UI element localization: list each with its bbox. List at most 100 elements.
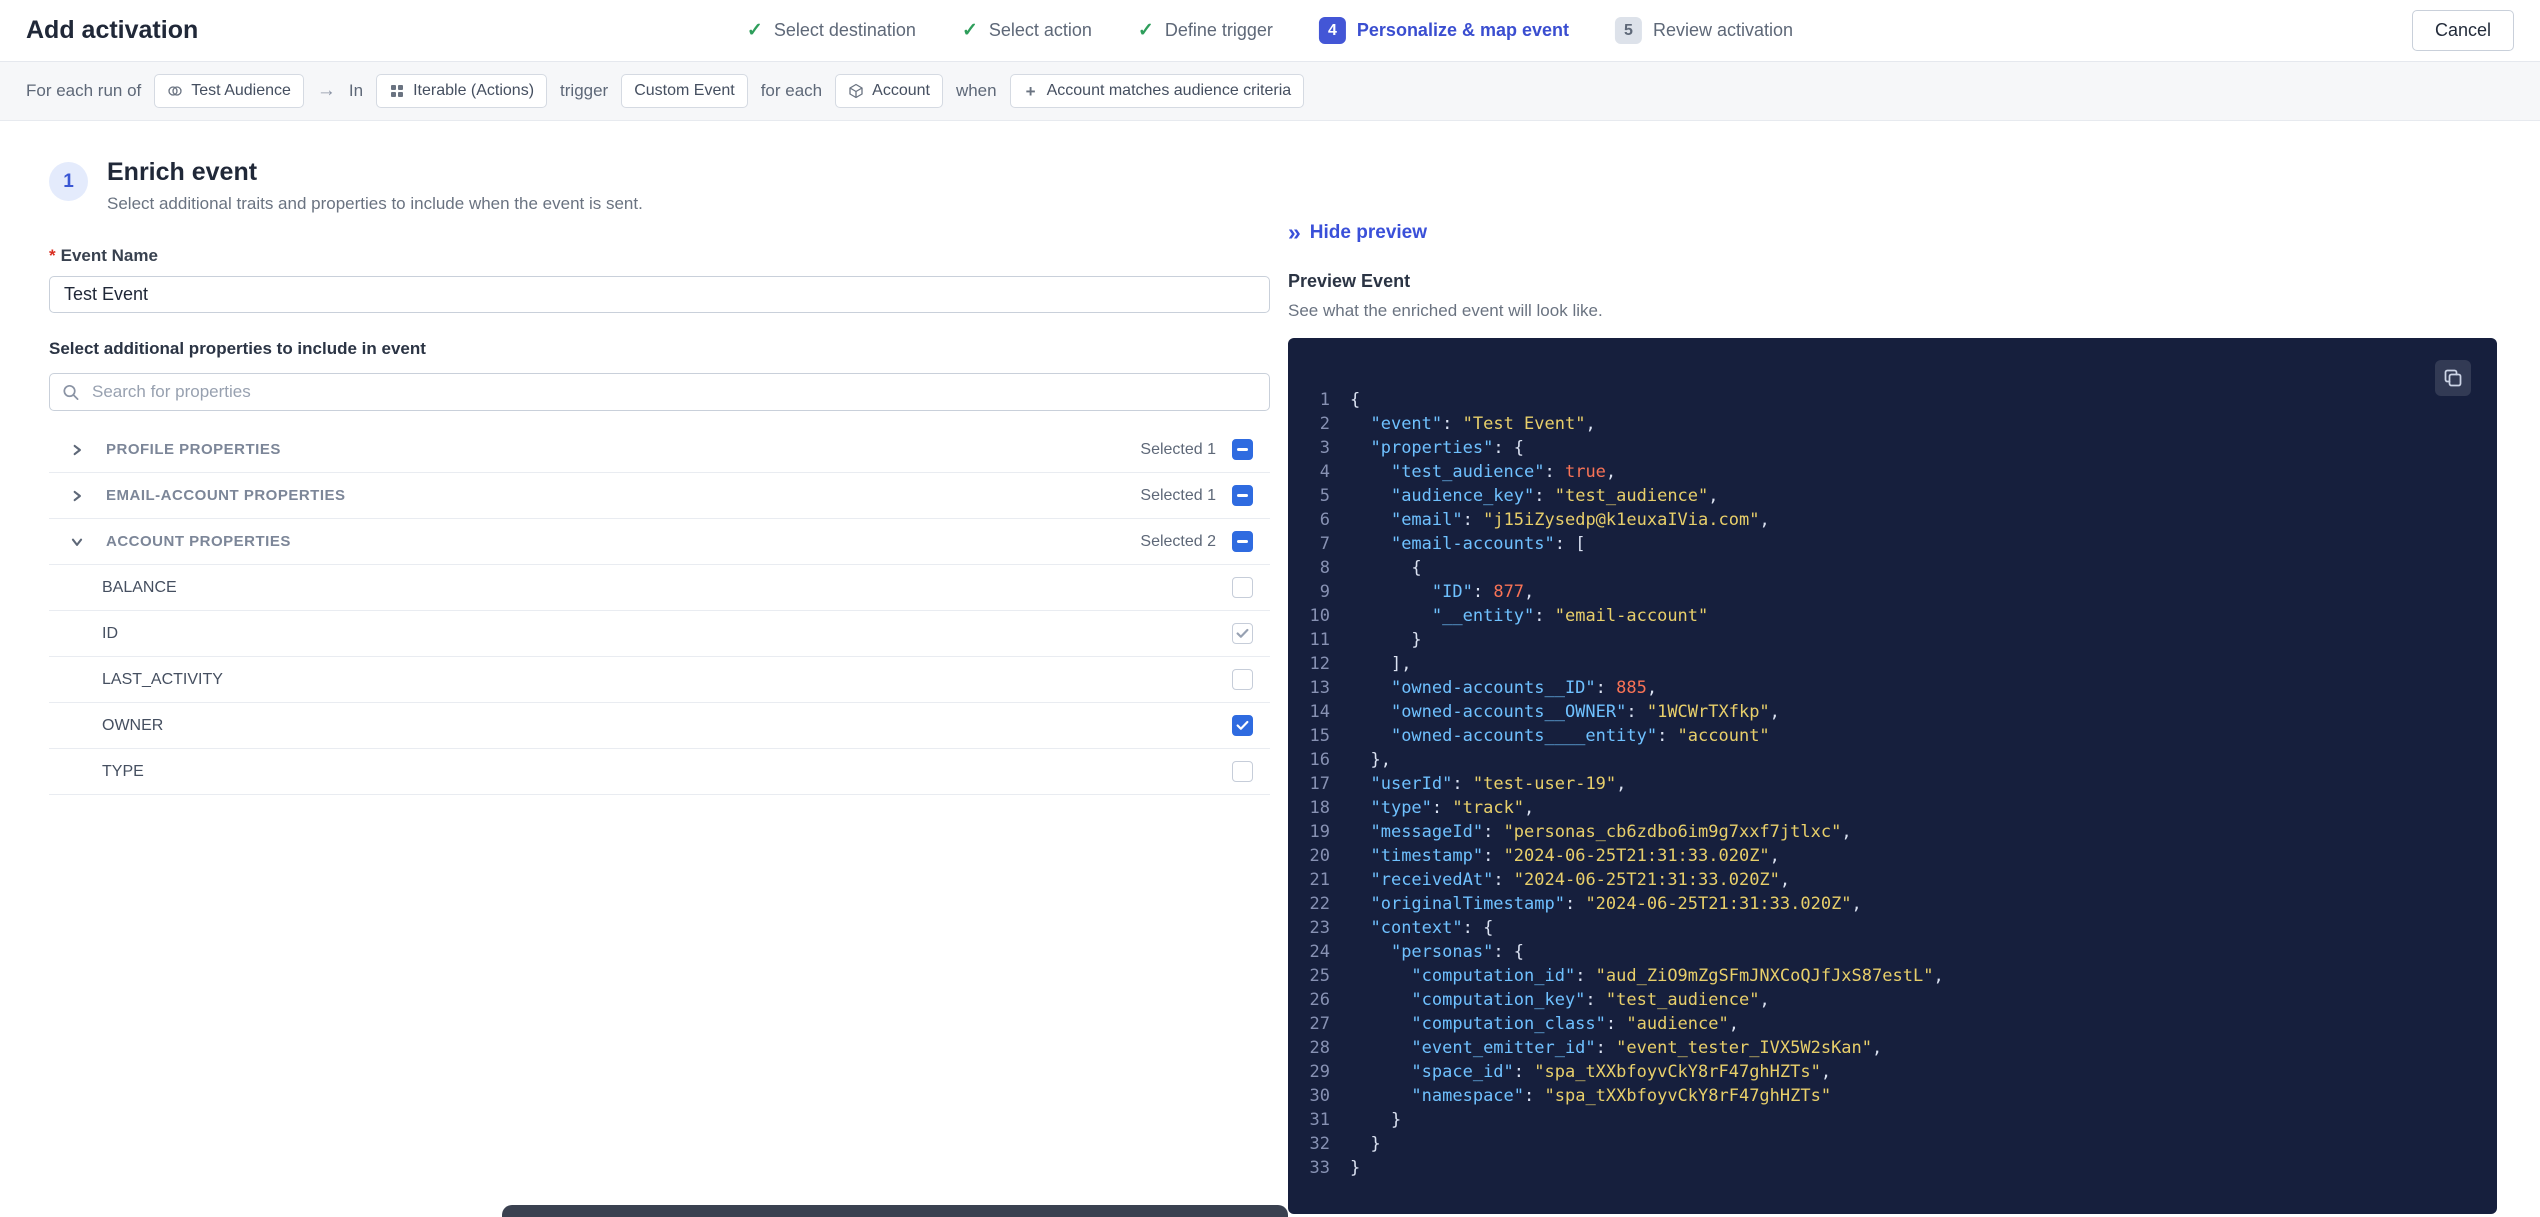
property-label: BALANCE: [102, 578, 177, 596]
event-name-input[interactable]: [49, 276, 1270, 313]
property-group-row[interactable]: ACCOUNT PROPERTIES Selected 2: [49, 519, 1270, 565]
property-row[interactable]: TYPE: [49, 749, 1270, 795]
line-number: 22: [1309, 894, 1330, 914]
line-number: 23: [1309, 918, 1330, 938]
line-number: 21: [1309, 870, 1330, 890]
cancel-button[interactable]: Cancel: [2411, 10, 2514, 51]
main-content: 1 Enrich event Select additional traits …: [0, 122, 2540, 1217]
event-name-label: * Event Name: [49, 246, 1270, 266]
line-number: 17: [1309, 774, 1330, 794]
chip-test-audience[interactable]: Test Audience: [154, 74, 304, 108]
hide-preview-label: Hide preview: [1309, 221, 1428, 243]
chip-iterable-actions-[interactable]: Iterable (Actions): [376, 74, 548, 108]
section-subtitle: Select additional traits and properties …: [107, 194, 643, 213]
property-group-label: PROFILE PROPERTIES: [106, 441, 281, 458]
line-number: 8: [1319, 558, 1330, 578]
property-row[interactable]: LAST_ACTIVITY: [49, 657, 1270, 703]
line-number: 31: [1309, 1110, 1330, 1130]
line-number: 7: [1319, 534, 1330, 554]
step-label: Personalize & map event: [1356, 20, 1570, 40]
property-label: ID: [102, 624, 118, 642]
chip-label: Custom Event: [634, 82, 735, 99]
trigger-text: when: [955, 81, 997, 100]
line-number: 19: [1309, 822, 1330, 842]
property-label: LAST_ACTIVITY: [102, 670, 223, 688]
chevron-right-icon: [70, 443, 84, 457]
step-personalize-map-event[interactable]: 4 Personalize & map event: [1318, 17, 1570, 44]
chip-account-matches-audience-criteria[interactable]: + Account matches audience criteria: [1009, 74, 1305, 108]
line-number: 11: [1309, 630, 1330, 650]
step-label: Select action: [988, 20, 1092, 40]
line-number: 18: [1309, 798, 1330, 818]
checkbox[interactable]: [1232, 485, 1253, 506]
line-number: 32: [1309, 1134, 1330, 1154]
checkbox[interactable]: [1232, 761, 1253, 782]
cube-icon: [848, 83, 864, 99]
properties-search-input[interactable]: [49, 373, 1270, 411]
section-title: Enrich event: [107, 158, 258, 186]
checkbox[interactable]: [1232, 439, 1253, 460]
line-number: 24: [1309, 942, 1330, 962]
step-select-action[interactable]: ✓ Select action: [962, 19, 1092, 42]
property-row[interactable]: OWNER: [49, 703, 1270, 749]
chevron-down-icon: [70, 535, 84, 549]
double-chevron-right-icon: »: [1288, 219, 1301, 245]
checkbox[interactable]: [1232, 715, 1253, 736]
required-marker: *: [49, 246, 56, 265]
checkbox[interactable]: [1232, 623, 1253, 644]
property-group-label: ACCOUNT PROPERTIES: [106, 533, 291, 550]
chip-label: Account matches audience criteria: [1046, 82, 1292, 99]
chip-account[interactable]: Account: [835, 74, 943, 108]
checkbox[interactable]: [1232, 531, 1253, 552]
grid-icon: [389, 83, 405, 99]
step-label: Review activation: [1653, 20, 1794, 40]
check-icon: ✓: [746, 20, 763, 41]
line-number: 13: [1309, 678, 1330, 698]
chip-label: Account: [872, 82, 930, 99]
property-label: TYPE: [102, 762, 144, 780]
step-review-activation[interactable]: 5 Review activation: [1615, 17, 1793, 44]
hide-preview-link[interactable]: » Hide preview: [1288, 221, 1427, 244]
property-group-label: EMAIL-ACCOUNT PROPERTIES: [106, 487, 346, 504]
step-number-circle: 1: [49, 162, 88, 201]
trigger-text: For each run of: [26, 81, 142, 100]
property-group-row[interactable]: EMAIL-ACCOUNT PROPERTIES Selected 1: [49, 473, 1270, 519]
line-number: 12: [1309, 654, 1330, 674]
preview-subtitle: See what the enriched event will look li…: [1288, 301, 1603, 320]
checkbox[interactable]: [1232, 577, 1253, 598]
property-group-row[interactable]: PROFILE PROPERTIES Selected 1: [49, 427, 1270, 473]
preview-code: 1{2 "event": "Test Event", 3 "properties"…: [1288, 388, 2469, 1180]
property-row[interactable]: ID: [49, 611, 1270, 657]
step-select-destination[interactable]: ✓ Select destination: [747, 19, 916, 42]
trigger-text: for each: [760, 81, 823, 100]
property-label: OWNER: [102, 716, 164, 734]
checkbox[interactable]: [1232, 669, 1253, 690]
line-number: 30: [1309, 1086, 1330, 1106]
line-number: 4: [1319, 462, 1330, 482]
chip-custom-event[interactable]: Custom Event: [621, 74, 748, 108]
selected-count: Selected 2: [1140, 532, 1216, 550]
event-name-label-text: Event Name: [60, 246, 158, 265]
step-label: Select destination: [773, 20, 916, 40]
preview-section: » Hide preview Preview Event See what th…: [1288, 221, 2497, 1214]
property-row[interactable]: BALANCE: [49, 565, 1270, 611]
step-number-badge: 4: [1318, 17, 1346, 44]
arrow-right-icon: →: [316, 80, 336, 101]
bottom-dark-bar: [502, 1205, 1288, 1217]
audience-icon: [167, 83, 183, 99]
line-number: 1: [1319, 390, 1330, 410]
trigger-text: trigger: [560, 81, 609, 100]
step-define-trigger[interactable]: ✓ Define trigger: [1138, 19, 1273, 42]
copy-button[interactable]: [2435, 360, 2471, 396]
line-number: 2: [1319, 414, 1330, 434]
stepper: ✓ Select destination ✓ Select action ✓ Define…: [747, 17, 1793, 44]
step-label: Define trigger: [1164, 20, 1273, 40]
step-number-badge: 5: [1615, 17, 1643, 44]
line-number: 28: [1309, 1038, 1330, 1058]
check-icon: ✓: [961, 20, 978, 41]
plus-icon: +: [1025, 81, 1036, 101]
line-number: 16: [1309, 750, 1330, 770]
line-number: 26: [1309, 990, 1330, 1010]
properties-accordion: PROFILE PROPERTIES Selected 1 EMAIL-ACCOUN…: [49, 427, 1270, 795]
line-number: 10: [1309, 606, 1330, 626]
